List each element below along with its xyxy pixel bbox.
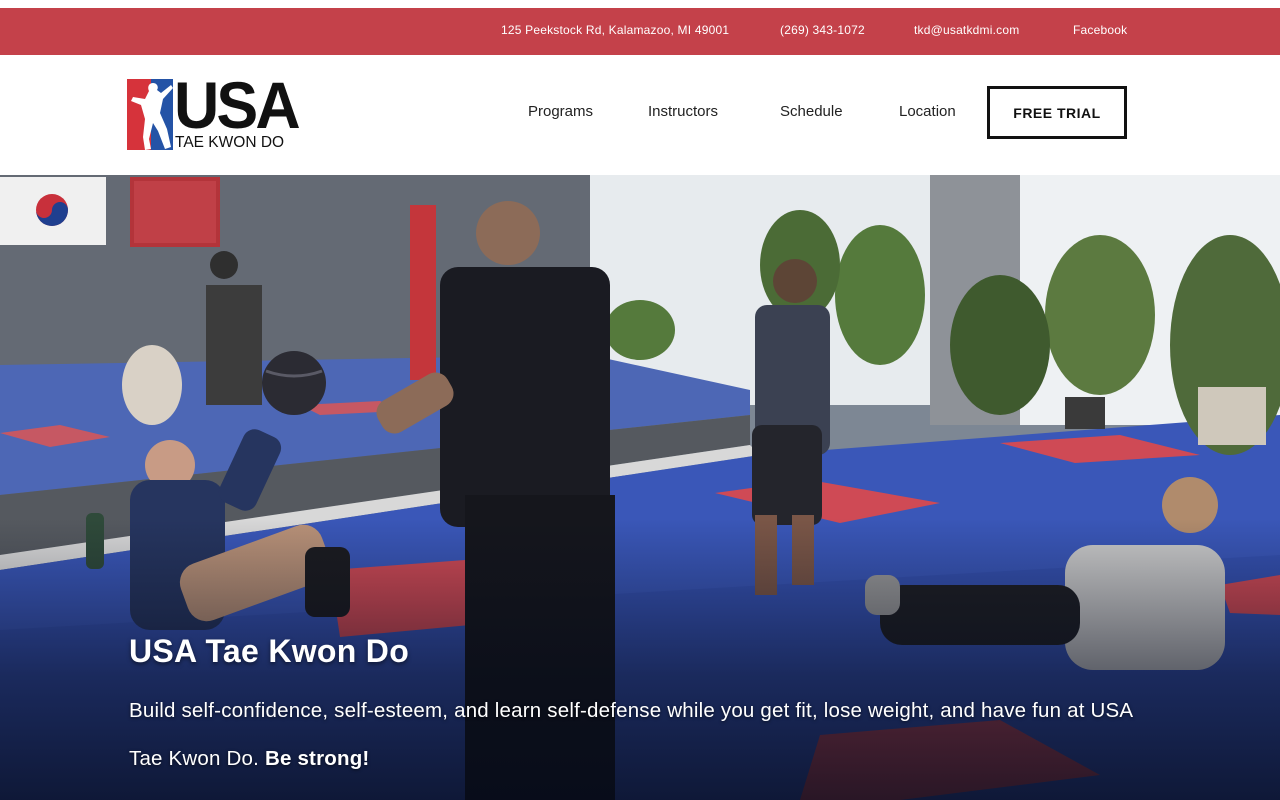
email-link[interactable]: tkd@usatkdmi.com [914, 23, 1019, 37]
free-trial-button[interactable]: FREE TRIAL [987, 86, 1127, 139]
hero-title: USA Tae Kwon Do [129, 633, 410, 669]
facebook-link[interactable]: Facebook [1073, 23, 1127, 37]
logo-title: USA [174, 68, 301, 142]
hero-description: Build self-confidence, self-esteem, and … [129, 687, 1159, 783]
top-strip [0, 0, 1280, 8]
nav-instructors[interactable]: Instructors [648, 103, 718, 120]
logo-subtitle: TAE KWON DO [175, 134, 285, 151]
hero-emphasis: Be strong! [264, 747, 370, 770]
contact-bar: 125 Peekstock Rd, Kalamazoo, MI 49001 (2… [0, 8, 1280, 55]
nav-location[interactable]: Location [899, 103, 956, 120]
phone-link[interactable]: (269) 343-1072 [780, 23, 865, 37]
address-link[interactable]: 125 Peekstock Rd, Kalamazoo, MI 49001 [501, 23, 729, 37]
hero-section: USA Tae Kwon Do Build self-confidence, s… [0, 175, 1280, 800]
site-header: USA TAE KWON DO Programs Instructors Sch… [0, 55, 1280, 175]
nav-programs[interactable]: Programs [528, 103, 593, 120]
nav-schedule[interactable]: Schedule [780, 103, 843, 120]
logo-flag-icon [127, 79, 173, 150]
site-logo[interactable]: USA TAE KWON DO [127, 72, 301, 152]
